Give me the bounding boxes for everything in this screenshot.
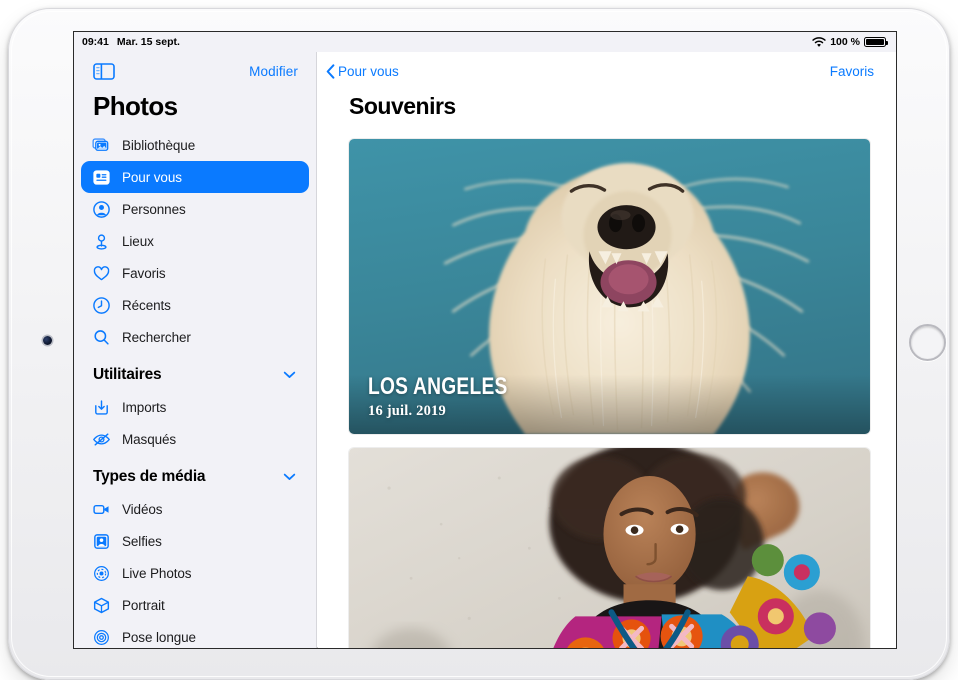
back-button[interactable]: Pour vous [326, 64, 399, 79]
sidebar-item-recents[interactable]: Récents [81, 289, 309, 321]
chevron-down-icon[interactable] [283, 371, 296, 379]
memory-card[interactable] [349, 448, 870, 648]
sidebar-item-label: Pose longue [122, 630, 196, 645]
sidebar-toolbar: Modifier [74, 52, 316, 90]
sidebar-item-portrait[interactable]: Portrait [81, 589, 309, 621]
sidebar-item-rechercher[interactable]: Rechercher [81, 321, 309, 353]
memory-title: LOS ANGELES [368, 375, 508, 399]
sidebar-item-label: Bibliothèque [122, 138, 195, 153]
back-button-label: Pour vous [338, 64, 399, 79]
chevron-down-icon[interactable] [283, 473, 296, 481]
import-tray-icon [92, 398, 111, 417]
search-icon [92, 328, 111, 347]
sidebar-item-label: Masqués [122, 432, 176, 447]
status-bar: 09:41 Mar. 15 sept. 100 % [74, 32, 896, 52]
memory-photo-woman [349, 448, 870, 648]
sidebar-item-favoris[interactable]: Favoris [81, 257, 309, 289]
sidebar-item-pour-vous[interactable]: Pour vous [81, 161, 309, 193]
memory-date: 16 juil. 2019 [368, 403, 542, 420]
live-photo-icon [92, 564, 111, 583]
for-you-card-icon [92, 168, 111, 187]
eye-slash-icon [92, 430, 111, 449]
wifi-icon [812, 37, 826, 48]
chevron-left-icon [326, 64, 335, 79]
status-bar-left: 09:41 Mar. 15 sept. [82, 36, 180, 48]
battery-full-icon [864, 37, 886, 48]
clock-icon [92, 296, 111, 315]
section-title: Utilitaires [93, 366, 161, 384]
sidebar-toggle-icon[interactable] [93, 63, 115, 80]
sidebar-item-personnes[interactable]: Personnes [81, 193, 309, 225]
sidebar-item-lieux[interactable]: Lieux [81, 225, 309, 257]
sidebar-item-label: Imports [122, 400, 166, 415]
front-camera-icon [43, 336, 52, 345]
sidebar-item-selfies[interactable]: Selfies [81, 525, 309, 557]
sidebar-item-pose-longue[interactable]: Pose longue [81, 621, 309, 649]
sidebar-item-bibliotheque[interactable]: Bibliothèque [81, 129, 309, 161]
section-header-types-de-media[interactable]: Types de média [74, 455, 316, 493]
status-bar-right: 100 % [812, 36, 886, 48]
selfie-person-icon [92, 532, 111, 551]
sidebar-section-utilitaires-items: Imports Masqués [74, 391, 316, 455]
sidebar-item-label: Favoris [122, 266, 166, 281]
sidebar-item-label: Portrait [122, 598, 165, 613]
favorites-button[interactable]: Favoris [830, 64, 874, 79]
device-frame: 09:41 Mar. 15 sept. 100 % [8, 8, 950, 680]
sidebar-item-label: Lieux [122, 234, 154, 249]
map-pin-icon [92, 232, 111, 251]
portrait-cube-icon [92, 596, 111, 615]
memory-card[interactable]: LOS ANGELES 16 juil. 2019 [349, 139, 870, 434]
long-exposure-icon [92, 628, 111, 647]
status-time: 09:41 [82, 36, 109, 48]
sidebar-item-label: Personnes [122, 202, 186, 217]
sidebar-item-label: Vidéos [122, 502, 162, 517]
edit-button[interactable]: Modifier [249, 64, 298, 79]
sidebar-primary-nav: Bibliothèque Pour vous [74, 129, 316, 353]
memories-list: LOS ANGELES 16 juil. 2019 [318, 120, 896, 648]
video-camera-icon [92, 500, 111, 519]
sidebar-item-label: Selfies [122, 534, 162, 549]
page-title: Photos [74, 90, 316, 129]
sidebar-item-label: Rechercher [122, 330, 191, 345]
section-header-utilitaires[interactable]: Utilitaires [74, 353, 316, 391]
home-button-icon[interactable] [909, 324, 946, 361]
sidebar-item-label: Live Photos [122, 566, 191, 581]
ipad-screen: 09:41 Mar. 15 sept. 100 % [73, 31, 897, 649]
sidebar-item-masques[interactable]: Masqués [81, 423, 309, 455]
content-navigation-bar: Pour vous Favoris [318, 52, 896, 90]
sidebar-item-imports[interactable]: Imports [81, 391, 309, 423]
photo-stack-icon [92, 136, 111, 155]
sidebar: Modifier Photos Bibliothèque [74, 52, 317, 649]
battery-percent-label: 100 % [830, 36, 860, 48]
status-date: Mar. 15 sept. [117, 36, 180, 48]
sidebar-item-videos[interactable]: Vidéos [81, 493, 309, 525]
heart-icon [92, 264, 111, 283]
content-heading: Souvenirs [318, 90, 896, 120]
content-pane: Pour vous Favoris Souvenirs [318, 52, 896, 648]
sidebar-item-label: Pour vous [122, 170, 182, 185]
person-circle-icon [92, 200, 111, 219]
sidebar-item-live-photos[interactable]: Live Photos [81, 557, 309, 589]
sidebar-item-label: Récents [122, 298, 171, 313]
section-title: Types de média [93, 468, 205, 486]
sidebar-section-types-de-media-items: Vidéos Selfies [74, 493, 316, 649]
memory-caption: LOS ANGELES 16 juil. 2019 [368, 375, 542, 420]
